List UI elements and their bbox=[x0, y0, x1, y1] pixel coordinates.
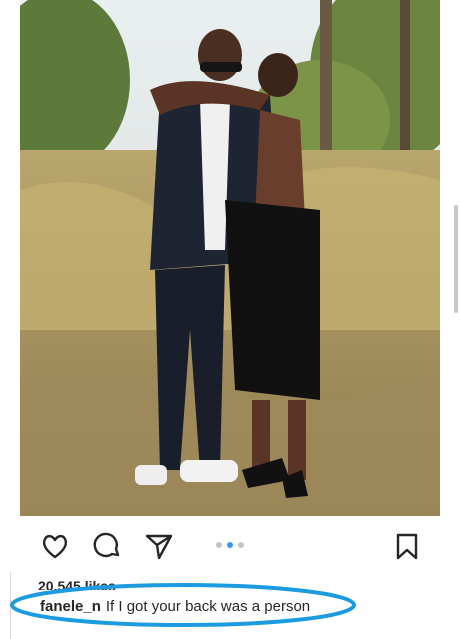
paper-plane-icon[interactable] bbox=[144, 531, 174, 561]
carousel-dots bbox=[216, 542, 244, 550]
caption-username[interactable]: fanele_n bbox=[40, 598, 101, 615]
post-photo[interactable] bbox=[20, 0, 440, 516]
bookmark-icon[interactable] bbox=[392, 531, 422, 561]
heart-icon[interactable] bbox=[40, 531, 70, 561]
carousel-dot bbox=[216, 542, 222, 548]
action-bar bbox=[20, 520, 440, 570]
likes-count[interactable]: 20,545 likes bbox=[38, 576, 116, 590]
divider bbox=[0, 572, 11, 639]
scrollbar[interactable] bbox=[454, 205, 458, 313]
carousel-dot bbox=[238, 542, 244, 548]
carousel-dot-active bbox=[227, 542, 233, 548]
post-caption: fanele_n If I got your back was a person bbox=[40, 598, 310, 615]
comment-icon[interactable] bbox=[92, 531, 122, 561]
caption-text: If I got your back was a person bbox=[105, 598, 311, 615]
couple-photo bbox=[20, 0, 440, 516]
